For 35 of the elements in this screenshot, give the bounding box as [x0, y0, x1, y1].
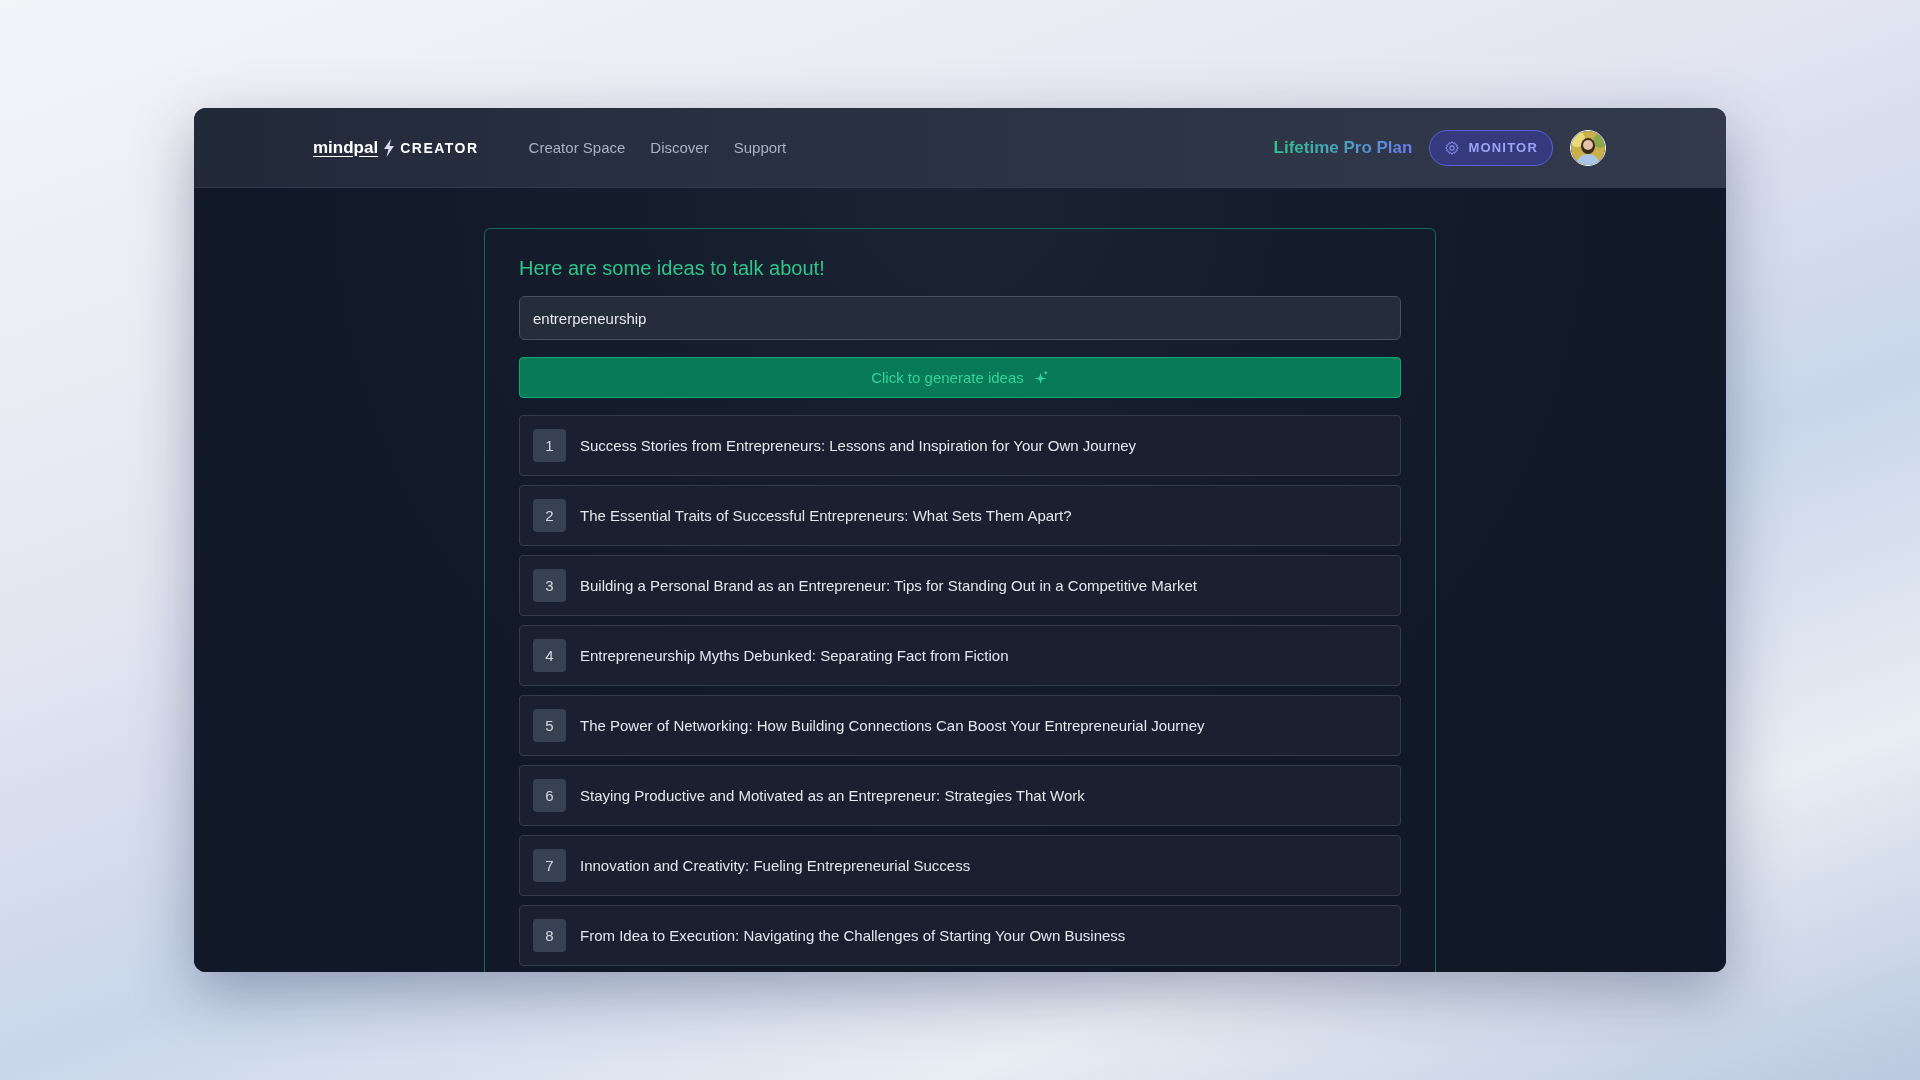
idea-number: 1 [533, 429, 566, 462]
card-title: Here are some ideas to talk about! [519, 257, 826, 280]
logo-wordmark[interactable]: mindpal [313, 137, 379, 158]
monitor-button[interactable]: MONITOR [1429, 129, 1553, 166]
topic-field[interactable]: entrerpeneurship [519, 296, 1401, 340]
settings-icon [1444, 139, 1461, 156]
idea-text: Building a Personal Brand as an Entrepreneur: Tips for Standing Out in a Competitive Market [580, 577, 1197, 594]
idea-item[interactable]: 6 Staying Productive and Motivated as an Entrepreneur: Strategies That Work [519, 765, 1401, 826]
nav-link[interactable]: Creator Space [528, 139, 626, 156]
idea-text: The Power of Networking: How Building Connections Can Boost Your Entrepreneurial Journey [580, 717, 1205, 734]
idea-item[interactable]: 2 The Essential Traits of Successful Entrepreneurs: What Sets Them Apart? [519, 485, 1401, 546]
idea-number: 2 [533, 499, 566, 532]
idea-item[interactable]: 4 Entrepreneurship Myths Debunked: Separating Fact from Fiction [519, 625, 1401, 686]
idea-text: Staying Productive and Motivated as an Entrepreneur: Strategies That Work [580, 787, 1085, 804]
nav-link[interactable]: Discover [650, 139, 709, 156]
idea-number: 3 [533, 569, 566, 602]
nav-link[interactable]: Support [733, 139, 787, 156]
logo-label: CREATOR [400, 139, 479, 156]
sparkle-icon [1033, 370, 1049, 385]
idea-item[interactable]: 5 The Power of Networking: How Building Connections Can Boost Your Entrepreneurial Journey [519, 695, 1401, 756]
idea-number: 7 [533, 849, 566, 882]
idea-text: Entrepreneurship Myths Debunked: Separating Fact from Fiction [580, 647, 1009, 664]
idea-item[interactable]: 8 From Idea to Execution: Navigating the Challenges of Starting Your Own Business [519, 905, 1401, 966]
idea-number: 8 [533, 919, 566, 952]
idea-number: 4 [533, 639, 566, 672]
idea-text: Success Stories from Entrepreneurs: Lessons and Inspiration for Your Own Journey [580, 437, 1137, 454]
idea-item[interactable]: 3 Building a Personal Brand as an Entrepreneur: Tips for Standing Out in a Competitive Market [519, 555, 1401, 616]
idea-number: 5 [533, 709, 566, 742]
idea-item[interactable]: 7 Innovation and Creativity: Fueling Entrepreneurial Success [519, 835, 1401, 896]
idea-text: Innovation and Creativity: Fueling Entrepreneurial Success [580, 857, 971, 874]
lightning-icon [383, 138, 396, 157]
idea-text: The Essential Traits of Successful Entrepreneurs: What Sets Them Apart? [580, 507, 1072, 524]
idea-text: From Idea to Execution: Navigating the Challenges of Starting Your Own Business [580, 927, 1126, 944]
idea-item[interactable]: 1 Success Stories from Entrepreneurs: Lessons and Inspiration for Your Own Journey [519, 415, 1401, 476]
idea-number: 6 [533, 779, 566, 812]
